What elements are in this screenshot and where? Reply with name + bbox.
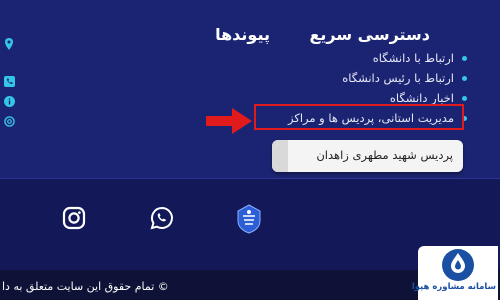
campus-select-dropdown[interactable]: پردیس شهید مطهری زاهدان <box>272 140 463 172</box>
brand-watermark: سامانه مشاوره هپوا <box>411 246 498 300</box>
quick-access-heading: دسترسی سریع <box>309 25 430 44</box>
brand-text: سامانه مشاوره هپوا <box>411 282 496 292</box>
quick-access-item-label[interactable]: اخبار دانشگاه <box>390 91 454 105</box>
bullet-dot <box>462 56 467 61</box>
main-footer-panel: دسترسی سریع پیوندها ارتباط با دانشگاه ار… <box>0 0 500 178</box>
email-icon[interactable] <box>4 116 16 128</box>
quick-access-item-president[interactable]: ارتباط با رئیس دانشگاه <box>234 68 467 88</box>
bullet-dot <box>462 76 467 81</box>
phone-icon[interactable] <box>4 76 16 88</box>
instagram-icon[interactable] <box>62 206 86 234</box>
quick-access-item-label[interactable]: ارتباط با رئیس دانشگاه <box>342 71 454 85</box>
bullet-dot <box>462 96 467 101</box>
whatsapp-icon[interactable] <box>150 206 174 234</box>
university-logo-icon[interactable] <box>236 204 262 238</box>
links-heading: پیوندها <box>215 25 270 44</box>
arrow-right-icon <box>206 108 252 138</box>
info-icon[interactable] <box>4 96 16 108</box>
quick-access-item-contact[interactable]: ارتباط با دانشگاه <box>234 48 467 68</box>
dropdown-handle[interactable] <box>272 140 288 172</box>
dropdown-selected-value: پردیس شهید مطهری زاهدان <box>316 148 453 162</box>
location-pin-icon[interactable] <box>4 38 16 50</box>
highlight-annotation-box <box>254 104 464 130</box>
copyright-text: © تمام حقوق این سایت متعلق به دا <box>2 280 169 293</box>
quick-access-item-label[interactable]: ارتباط با دانشگاه <box>373 51 454 65</box>
contact-icons <box>4 38 20 136</box>
brand-logo-icon <box>440 248 476 286</box>
